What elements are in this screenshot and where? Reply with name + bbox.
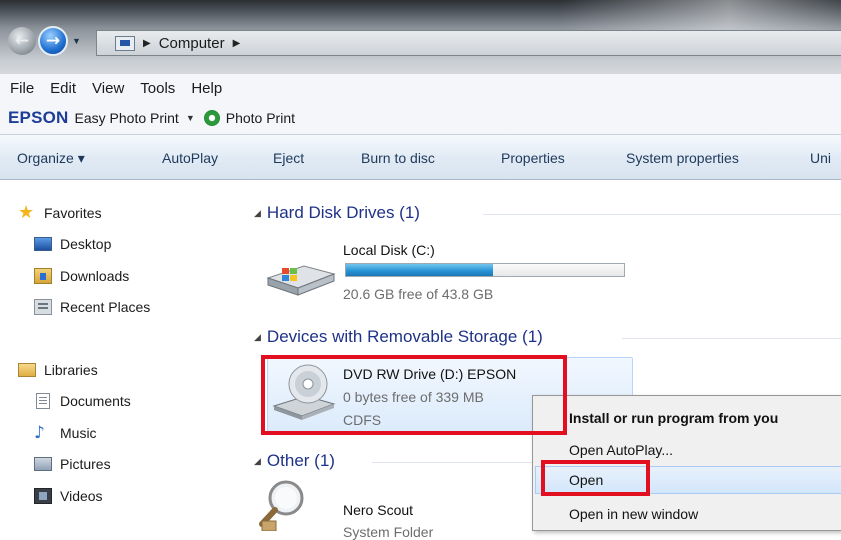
group-hard-disk-label: Hard Disk Drives (1) [266, 203, 420, 222]
nero-scout-type: System Folder [343, 524, 434, 540]
local-disk-usage-fill [346, 264, 494, 276]
computer-icon [115, 35, 135, 51]
nav-desktop[interactable]: Desktop [34, 236, 111, 252]
nav-documents-label: Documents [60, 393, 131, 409]
group-hard-disk-drives[interactable]: ◢ Hard Disk Drives (1) [254, 203, 420, 223]
local-disk-usage-bar [345, 263, 625, 277]
photo-print-icon [203, 110, 220, 126]
menu-file[interactable]: File [10, 80, 34, 97]
local-disk-name[interactable]: Local Disk (C:) [343, 242, 435, 258]
burn-to-disc-button[interactable]: Burn to disc [361, 150, 435, 166]
back-button[interactable]: ← [8, 27, 36, 55]
organize-button[interactable]: Organize ▾ [17, 150, 85, 167]
local-disk-free-space: 20.6 GB free of 43.8 GB [343, 286, 494, 302]
ctx-open-autoplay[interactable]: Open AutoPlay... [569, 442, 673, 458]
nav-pictures-label: Pictures [60, 456, 111, 472]
window-titlebar: ← → ▼ ▶ Computer ▶ [0, 0, 841, 74]
group-other-label: Other (1) [266, 451, 335, 470]
collapse-triangle-icon[interactable]: ◢ [254, 208, 261, 219]
nav-libraries-label: Libraries [44, 362, 98, 378]
nav-downloads[interactable]: Downloads [34, 268, 129, 284]
breadcrumb-chevron-icon[interactable]: ▶ [143, 38, 151, 49]
libraries-icon [18, 363, 36, 377]
dvd-drive-highlight-box [261, 355, 567, 435]
nav-downloads-label: Downloads [60, 268, 130, 284]
group-divider [372, 462, 532, 463]
autoplay-button[interactable]: AutoPlay [162, 150, 218, 166]
nav-videos[interactable]: Videos [34, 488, 103, 504]
nav-desktop-label: Desktop [60, 236, 112, 252]
properties-button[interactable]: Properties [501, 150, 565, 166]
nav-music-label: Music [60, 425, 97, 441]
nav-favorites-label: Favorites [44, 205, 102, 221]
nav-libraries[interactable]: Libraries [18, 362, 98, 378]
hard-drive-icon [266, 265, 336, 296]
menu-tools[interactable]: Tools [140, 80, 175, 97]
nav-favorites[interactable]: ★ Favorites [18, 202, 102, 223]
uninstall-button[interactable]: Uni [810, 150, 831, 166]
forward-arrow-icon: → [45, 31, 61, 51]
music-note-icon: ♪ [34, 423, 45, 443]
menu-view[interactable]: View [92, 80, 124, 97]
back-arrow-icon: ← [14, 31, 30, 51]
nero-scout-name[interactable]: Nero Scout [343, 502, 413, 518]
group-divider [483, 214, 841, 215]
collapse-triangle-icon[interactable]: ◢ [254, 456, 261, 467]
eject-button[interactable]: Eject [273, 150, 304, 166]
menu-bar: File Edit View Tools Help [0, 74, 841, 102]
chevron-down-icon[interactable]: ▼ [186, 113, 195, 123]
breadcrumb-chevron-icon[interactable]: ▶ [233, 38, 241, 49]
easy-photo-print-button[interactable]: Easy Photo Print [75, 110, 179, 126]
menu-edit[interactable]: Edit [50, 80, 76, 97]
downloads-icon [34, 268, 52, 284]
star-icon: ★ [18, 202, 35, 223]
recent-pages-dropdown[interactable]: ▼ [72, 36, 81, 46]
forward-button[interactable]: → [38, 26, 68, 56]
group-divider [622, 338, 841, 339]
ctx-install-or-run[interactable]: Install or run program from you [569, 410, 778, 426]
videos-icon [34, 488, 52, 504]
nav-music[interactable]: ♪ Music [34, 423, 97, 443]
nav-recent-places-label: Recent Places [60, 299, 151, 315]
documents-icon [36, 393, 50, 409]
pictures-icon [34, 457, 52, 471]
nav-pictures[interactable]: Pictures [34, 456, 111, 472]
nav-videos-label: Videos [60, 488, 103, 504]
collapse-triangle-icon[interactable]: ◢ [254, 332, 261, 343]
nav-recent-places[interactable]: Recent Places [34, 299, 150, 315]
command-bar: Organize ▾ AutoPlay Eject Burn to disc P… [0, 134, 841, 180]
open-highlight-box [541, 460, 650, 496]
recent-places-icon [34, 299, 52, 315]
group-removable-label: Devices with Removable Storage (1) [266, 327, 543, 346]
navigation-pane [0, 180, 240, 531]
photo-print-button[interactable]: Photo Print [226, 110, 295, 126]
epson-logo: EPSON [8, 108, 69, 127]
desktop-icon [34, 237, 52, 251]
ctx-open-in-new-window[interactable]: Open in new window [569, 506, 698, 522]
nav-documents[interactable]: Documents [34, 393, 131, 409]
group-removable-storage[interactable]: ◢ Devices with Removable Storage (1) [254, 327, 543, 347]
menu-help[interactable]: Help [191, 80, 222, 97]
address-bar[interactable]: ▶ Computer ▶ [96, 30, 841, 56]
breadcrumb-computer[interactable]: Computer [159, 35, 225, 52]
epson-toolbar: EPSON Easy Photo Print ▼ Photo Print [0, 102, 841, 134]
group-other[interactable]: ◢ Other (1) [254, 451, 335, 471]
magnifier-icon [259, 480, 304, 531]
system-properties-button[interactable]: System properties [626, 150, 739, 166]
